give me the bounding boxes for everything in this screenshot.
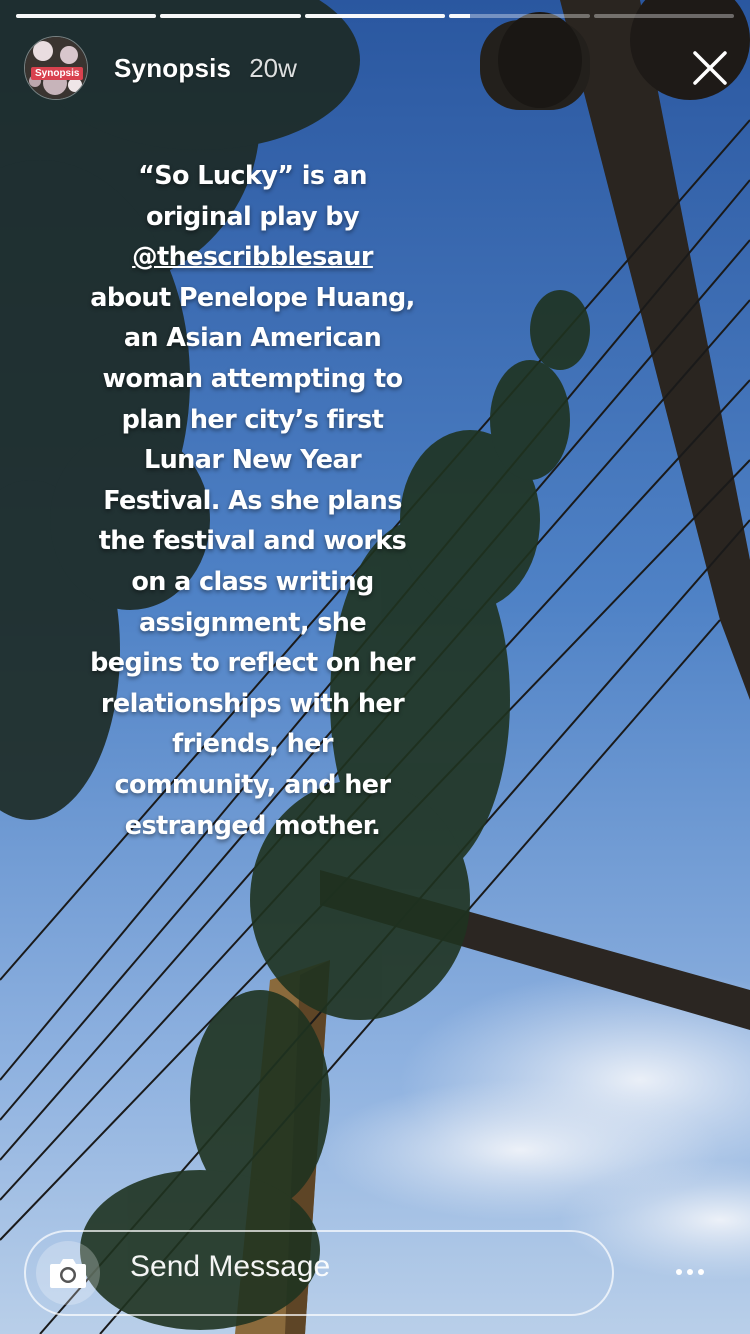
story-text-line: plan her city’s first xyxy=(121,404,384,435)
story-progress-segment xyxy=(593,14,735,18)
story-text-line: Lunar New Year xyxy=(143,445,362,476)
story-header: Synopsis Synopsis 20w xyxy=(24,36,730,100)
story-text-line: the festival and works xyxy=(98,526,407,557)
story-text-line: begins to reflect on her xyxy=(90,648,415,679)
avatar[interactable]: Synopsis xyxy=(24,36,88,100)
story-text-line: estranged mother. xyxy=(124,810,381,841)
story-text-line: assignment, she xyxy=(138,607,367,638)
progress-fill xyxy=(160,14,301,18)
avatar-badge: Synopsis xyxy=(31,67,84,80)
story-progress-segment xyxy=(304,14,446,18)
more-options-button[interactable] xyxy=(676,1262,710,1282)
story-timestamp: 20w xyxy=(249,52,297,83)
story-text-line: original play by xyxy=(145,201,360,232)
close-button[interactable] xyxy=(692,50,728,86)
story-text-line: relationships with her xyxy=(100,688,405,719)
story-text: “So Lucky” is an original play by @thesc… xyxy=(70,156,435,846)
camera-icon xyxy=(50,1259,86,1288)
story-text-line: about Penelope Huang, xyxy=(90,282,415,313)
story-text-line: Festival. As she plans xyxy=(103,485,402,516)
progress-fill xyxy=(304,14,446,18)
story-text-line: “So Lucky” is an xyxy=(138,161,367,191)
story-progress-segment xyxy=(449,14,590,18)
close-icon xyxy=(693,51,727,85)
story-progress-segment xyxy=(160,14,301,18)
progress-fill xyxy=(16,14,157,18)
story-username[interactable]: Synopsis xyxy=(114,53,231,84)
mention-link[interactable]: @thescribblesaur xyxy=(70,237,435,278)
story-text-line: friends, her xyxy=(172,729,333,760)
story-text-line: on a class writing xyxy=(131,566,374,597)
story-progress-segment xyxy=(16,14,157,18)
progress-fill xyxy=(449,14,471,18)
more-icon xyxy=(676,1269,704,1275)
camera-button[interactable] xyxy=(36,1241,100,1305)
story-progress-bar xyxy=(16,14,735,20)
story-text-line: an Asian American xyxy=(123,323,382,354)
story-text-line: woman attempting to xyxy=(102,363,403,394)
send-message-field[interactable]: Send Message xyxy=(24,1230,614,1316)
send-message-placeholder: Send Message xyxy=(130,1250,331,1283)
story-text-line: community, and her xyxy=(114,769,392,800)
